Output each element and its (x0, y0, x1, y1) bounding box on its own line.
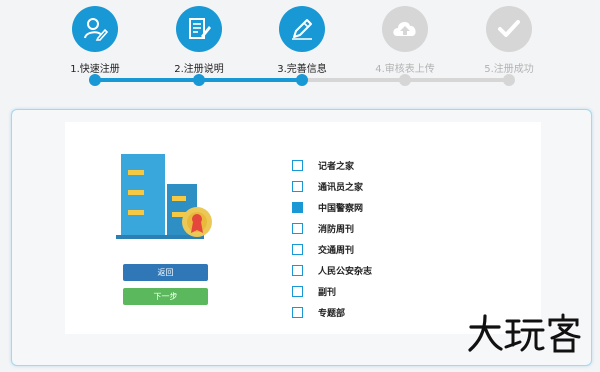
step-label: 5.注册成功 (484, 64, 534, 75)
user-edit-icon (72, 6, 118, 52)
option-row[interactable]: 通讯员之家 (292, 176, 492, 197)
step-register-info: 2.注册说明 (149, 6, 249, 75)
option-row[interactable]: 专题部 (292, 302, 492, 323)
option-row[interactable]: 消防周刊 (292, 218, 492, 239)
step-label: 1.快速注册 (70, 64, 120, 75)
checkbox[interactable] (292, 265, 303, 276)
step-2-dot (193, 74, 205, 86)
step-1-dot (89, 74, 101, 86)
option-label: 副刊 (318, 288, 337, 298)
option-row[interactable]: 交通周刊 (292, 239, 492, 260)
checkbox[interactable] (292, 181, 303, 192)
option-row[interactable]: 人民公安杂志 (292, 260, 492, 281)
option-label: 交通周刊 (318, 246, 355, 256)
option-label: 消防周刊 (318, 225, 355, 235)
step-4-dot (399, 74, 411, 86)
step-complete-info: 3.完善信息 (252, 6, 352, 75)
checkbox[interactable] (292, 244, 303, 255)
watermark-logo (467, 312, 582, 354)
publication-checklist: 记者之家 通讯员之家 中国警察网 消防周刊 交通周刊 人民公安杂志 副刊 专题部 (292, 155, 492, 323)
step-quick-register: 1.快速注册 (45, 6, 145, 75)
option-row[interactable]: 记者之家 (292, 155, 492, 176)
option-row[interactable]: 中国警察网 (292, 197, 492, 218)
registration-stepper: 1.快速注册 2.注册说明 3.完善信息 4.审核表上传 5.注册成功 (0, 0, 600, 100)
step-register-success: 5.注册成功 (459, 6, 559, 75)
checkbox[interactable] (292, 286, 303, 297)
document-edit-icon (176, 6, 222, 52)
checkbox[interactable] (292, 160, 303, 171)
step-label: 2.注册说明 (174, 64, 224, 75)
cloud-upload-icon (382, 6, 428, 52)
option-label: 记者之家 (318, 162, 355, 172)
checkbox-checked[interactable] (292, 202, 303, 213)
option-label: 通讯员之家 (318, 183, 364, 193)
checkbox[interactable] (292, 307, 303, 318)
back-button[interactable]: 返回 (123, 264, 208, 281)
checkmark-icon (486, 6, 532, 52)
pencil-icon (279, 6, 325, 52)
option-row[interactable]: 副刊 (292, 281, 492, 302)
info-card: 返回 下一步 记者之家 通讯员之家 中国警察网 消防周刊 交通周刊 人民公安杂志… (65, 122, 541, 334)
step-5-dot (503, 74, 515, 86)
step-3-dot (296, 74, 308, 86)
checkbox[interactable] (292, 223, 303, 234)
step-upload-form: 4.审核表上传 (355, 6, 455, 75)
next-step-button[interactable]: 下一步 (123, 288, 208, 305)
step-label: 3.完善信息 (277, 64, 327, 75)
option-label: 人民公安杂志 (318, 267, 373, 277)
building-badge-icon (116, 142, 226, 242)
option-label: 专题部 (318, 309, 346, 319)
step-label: 4.审核表上传 (375, 64, 435, 75)
option-label: 中国警察网 (318, 204, 364, 214)
